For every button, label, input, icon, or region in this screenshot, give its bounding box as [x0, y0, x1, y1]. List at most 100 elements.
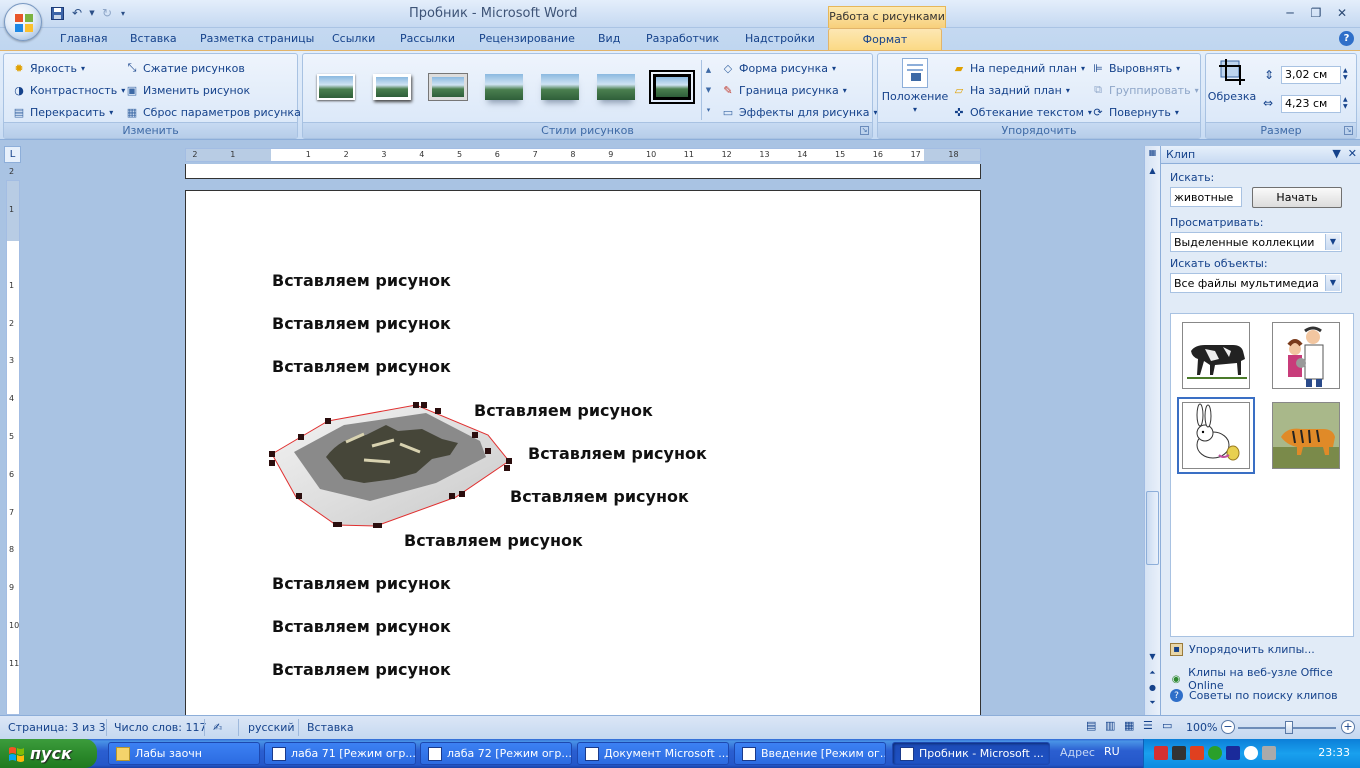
clip-doctor[interactable] [1272, 322, 1340, 389]
tab-review[interactable]: Рецензирование [479, 32, 575, 45]
view-outline-icon[interactable]: ☰ [1143, 719, 1153, 732]
picture-shape-button[interactable]: ◇ Форма рисунка ▾ [721, 61, 836, 75]
vertical-ruler[interactable]: 2 1 1 2 3 4 5 6 7 8 9 10 11 [6, 167, 20, 715]
text-line[interactable]: Вставляем рисунок [272, 271, 451, 290]
close-icon[interactable]: ✕ [1330, 4, 1354, 22]
document-page[interactable]: Вставляем рисунок Вставляем рисунок Вста… [185, 190, 981, 715]
customize-qat-icon[interactable]: ▾ [118, 4, 128, 22]
search-go-button[interactable]: Начать [1252, 187, 1342, 208]
bring-to-front-button[interactable]: ▰ На передний план ▾ [952, 61, 1085, 75]
undo-icon[interactable]: ↶ [68, 4, 86, 22]
chevron-down-icon[interactable]: ▼ [1325, 234, 1340, 250]
picture-style-1[interactable] [313, 69, 359, 105]
styles-gallery-scroll[interactable]: ▲ ▼ ▾ [701, 60, 715, 120]
text-line[interactable]: Вставляем рисунок [404, 531, 583, 550]
gallery-more-icon[interactable]: ▾ [707, 106, 711, 114]
text-line[interactable]: Вставляем рисунок [528, 444, 707, 463]
clip-rabbit[interactable] [1177, 397, 1255, 474]
picture-effects-button[interactable]: ▭ Эффекты для рисунка ▾ [721, 105, 878, 119]
text-line[interactable]: Вставляем рисунок [272, 574, 451, 593]
tab-format[interactable]: Формат [828, 28, 942, 51]
view-web-icon[interactable]: ▦ [1124, 719, 1134, 732]
width-spin-icon[interactable]: ▲ ▼ [1343, 96, 1348, 110]
height-input[interactable]: 3,02 см [1281, 66, 1341, 84]
tray-volume-icon[interactable] [1262, 746, 1276, 760]
scroll-down-icon[interactable]: ▼ [1146, 652, 1159, 666]
tab-references[interactable]: Ссылки [332, 32, 375, 45]
input-language[interactable]: RU [1104, 745, 1120, 758]
ruler-toggle-icon[interactable]: ▦ [1146, 148, 1159, 162]
insert-mode-status[interactable]: Вставка [307, 721, 354, 734]
change-picture-button[interactable]: ▣ Изменить рисунок [125, 83, 250, 97]
media-type-select[interactable]: Все файлы мультимедиа ▼ [1170, 273, 1342, 293]
gallery-up-icon[interactable]: ▲ [706, 66, 711, 74]
recolor-button[interactable]: ▤ Перекрасить ▾ [12, 105, 113, 119]
tray-player-icon[interactable] [1226, 746, 1240, 760]
collections-select[interactable]: Выделенные коллекции ▼ [1170, 232, 1342, 252]
zoom-slider-knob[interactable] [1285, 721, 1293, 734]
office-button[interactable] [4, 3, 42, 41]
zoom-slider[interactable] [1238, 721, 1336, 734]
tray-network-icon[interactable] [1172, 746, 1186, 760]
align-button[interactable]: ⊫ Выровнять ▾ [1091, 61, 1180, 75]
proofing-icon[interactable]: ✍ [213, 721, 222, 734]
taskbar-item[interactable]: Документ Microsoft ... [577, 742, 729, 765]
text-line[interactable]: Вставляем рисунок [272, 617, 451, 636]
previous-page-icon[interactable]: ⏶ [1146, 668, 1159, 682]
crop-button[interactable]: Обрезка [1208, 58, 1256, 103]
clock[interactable]: 23:33 [1318, 746, 1350, 759]
tab-mailings[interactable]: Рассылки [400, 32, 455, 45]
contrast-button[interactable]: ◑ Контрастность ▾ [12, 83, 125, 97]
zoom-in-icon[interactable]: + [1341, 720, 1355, 734]
tab-page-layout[interactable]: Разметка страницы [200, 32, 314, 45]
tab-home[interactable]: Главная [60, 32, 108, 45]
undo-dropdown-icon[interactable]: ▼ [88, 4, 96, 22]
document-area[interactable]: Вставляем рисунок Вставляем рисунок Вста… [24, 164, 1144, 715]
taskbar-item-active[interactable]: Пробник - Microsoft ... [892, 742, 1050, 765]
picture-style-4[interactable] [481, 69, 527, 105]
tray-av-icon[interactable] [1190, 746, 1204, 760]
clip-cow[interactable] [1182, 322, 1250, 389]
reset-picture-button[interactable]: ▦ Сброс параметров рисунка [125, 105, 301, 119]
text-wrap-button[interactable]: ✜ Обтекание текстом ▾ [952, 105, 1092, 119]
tab-developer[interactable]: Разработчик [646, 32, 719, 45]
start-button[interactable]: пуск [0, 739, 97, 768]
view-print-layout-icon[interactable]: ▤ [1086, 719, 1096, 732]
language-status[interactable]: русский [248, 721, 295, 734]
scroll-thumb[interactable] [1146, 491, 1159, 565]
minimize-icon[interactable]: ─ [1278, 4, 1302, 22]
height-spin-icon[interactable]: ▲ ▼ [1343, 67, 1348, 81]
picture-style-5[interactable] [537, 69, 583, 105]
search-tips-link[interactable]: ? Советы по поиску клипов [1170, 689, 1338, 702]
text-line[interactable]: Вставляем рисунок [272, 314, 451, 333]
tab-selector-icon[interactable]: L [4, 146, 21, 163]
pane-close-icon[interactable]: ✕ [1348, 147, 1357, 160]
gallery-down-icon[interactable]: ▼ [706, 86, 711, 94]
picture-border-button[interactable]: ✎ Граница рисунка ▾ [721, 83, 846, 97]
horizontal-ruler[interactable]: 2 1 1 2 3 4 5 6 7 8 9 10 11 12 13 14 15 16 17 18 [185, 148, 981, 162]
tray-search-icon[interactable] [1244, 746, 1258, 760]
brightness-button[interactable]: ✹ Яркость ▾ [12, 61, 85, 75]
zoom-out-icon[interactable]: − [1221, 720, 1235, 734]
styles-dialog-launcher-icon[interactable]: ↘ [860, 126, 869, 135]
search-input[interactable]: животные [1170, 187, 1242, 207]
word-count[interactable]: Число слов: 117 [114, 721, 207, 734]
restore-icon[interactable]: ❐ [1304, 4, 1328, 22]
save-icon[interactable] [48, 4, 66, 22]
browse-object-icon[interactable]: ● [1146, 683, 1159, 697]
chevron-down-icon[interactable]: ▼ [1325, 275, 1340, 291]
tab-insert[interactable]: Вставка [130, 32, 177, 45]
tab-addins[interactable]: Надстройки [745, 32, 815, 45]
text-line[interactable]: Вставляем рисунок [272, 660, 451, 679]
compress-pictures-button[interactable]: ⤡ Сжатие рисунков [125, 61, 245, 75]
picture-style-7[interactable] [649, 69, 695, 105]
zoom-level[interactable]: 100% [1186, 721, 1217, 734]
rotate-button[interactable]: ⟳ Повернуть ▾ [1091, 105, 1178, 119]
group-button[interactable]: ⧉ Группировать ▾ [1091, 83, 1199, 97]
width-input[interactable]: 4,23 см [1281, 95, 1341, 113]
taskbar-item[interactable]: Введение [Режим ог... [734, 742, 886, 765]
tray-security-icon[interactable] [1154, 746, 1168, 760]
text-line[interactable]: Вставляем рисунок [272, 357, 451, 376]
taskbar-item[interactable]: Лабы заочн [108, 742, 260, 765]
view-full-screen-icon[interactable]: ▥ [1105, 719, 1115, 732]
